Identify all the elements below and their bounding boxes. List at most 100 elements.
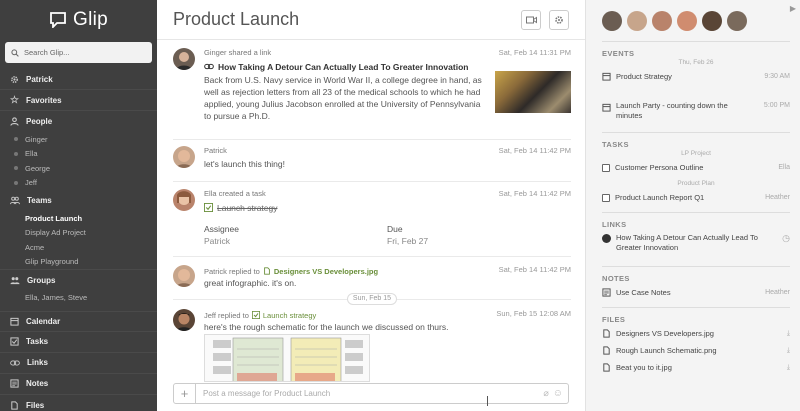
search-input[interactable]: Search Glip... <box>5 42 152 63</box>
sidebar-item-notes[interactable]: Notes <box>0 374 157 395</box>
file-item[interactable]: Designers VS Developers.jpg ⤓ <box>602 327 790 340</box>
task-item[interactable]: Customer Persona Outline Ella <box>602 161 790 174</box>
reply-task-link[interactable]: Launch strategy <box>263 311 316 320</box>
avatar[interactable] <box>173 146 195 168</box>
right-panel: ▶ EVENTS Thu, Feb 26 Product Strategy 9:… <box>585 0 800 411</box>
sidebar-teams-label: Teams <box>27 196 52 205</box>
task-checkbox[interactable] <box>602 193 610 202</box>
emoji-icon[interactable]: ☺ <box>553 388 563 399</box>
note-title: Use Case Notes <box>616 288 671 297</box>
file-icon <box>264 267 270 275</box>
download-icon[interactable]: ⤓ <box>787 347 790 355</box>
file-item[interactable]: Rough Launch Schematic.png ⤓ <box>602 344 790 357</box>
member-avatar[interactable] <box>727 11 747 31</box>
app-logo[interactable]: Glip <box>0 0 157 40</box>
event-item[interactable]: Launch Party - counting down the minutes… <box>602 101 790 123</box>
gear-icon <box>555 16 563 24</box>
member-avatar[interactable] <box>677 11 697 31</box>
sidebar-item-george[interactable]: George <box>0 161 157 176</box>
files-heading: FILES <box>602 315 626 324</box>
task-checkbox[interactable] <box>602 163 610 172</box>
sidebar-item-tasks[interactable]: Tasks <box>0 332 157 353</box>
sidebar-item-files[interactable]: Files <box>0 395 157 411</box>
person-icon <box>176 269 192 287</box>
avatar[interactable] <box>173 265 195 287</box>
task-assignee: Ella <box>778 164 790 171</box>
schematic-image[interactable] <box>204 334 370 382</box>
avatar[interactable] <box>173 189 195 211</box>
app-name: Glip <box>73 9 108 30</box>
sidebar-item-ella[interactable]: Ella <box>0 147 157 162</box>
member-avatar[interactable] <box>702 11 722 31</box>
sidebar-item-links[interactable]: Links <box>0 353 157 374</box>
sidebar-item-group[interactable]: Ella, James, Steve <box>0 290 157 305</box>
calendar-icon <box>602 72 611 81</box>
note-author: Heather <box>765 289 790 296</box>
task-item[interactable]: Product Launch Report Q1 Heather <box>602 191 790 204</box>
sidebar: Glip Search Glip... Patrick ☆ Favorites … <box>0 0 157 411</box>
due-label: Due <box>387 224 403 234</box>
presence-dot <box>14 180 18 185</box>
link-thumbnail[interactable] <box>495 71 571 113</box>
event-time: 5:00 PM <box>763 102 790 109</box>
file-item[interactable]: Beat you to it.jpg ⤓ <box>602 361 790 374</box>
member-avatar[interactable] <box>602 11 622 31</box>
post: Patrick Sat, Feb 14 11:42 PM let's launc… <box>173 146 571 176</box>
link-item[interactable]: How Taking A Detour Can Actually Lead To… <box>602 233 790 255</box>
star-icon: ☆ <box>10 94 19 106</box>
composer-placeholder: Post a message for Product Launch <box>203 389 331 398</box>
note-icon <box>602 288 611 297</box>
events-date: Thu, Feb 26 <box>678 59 714 66</box>
message-composer[interactable]: + Post a message for Product Launch ⌀ ☺ <box>173 383 569 404</box>
event-item[interactable]: Product Strategy 9:30 AM <box>602 70 790 83</box>
file-name: Beat you to it.jpg <box>616 363 672 372</box>
member-avatar[interactable] <box>627 11 647 31</box>
download-icon[interactable]: ⤓ <box>787 364 790 372</box>
collapse-panel-icon[interactable]: ▶ <box>790 4 796 13</box>
sidebar-item-user[interactable]: Patrick <box>0 69 157 90</box>
sidebar-item-favorites[interactable]: ☆ Favorites <box>0 90 157 111</box>
member-avatar[interactable] <box>652 11 672 31</box>
file-name: Rough Launch Schematic.png <box>616 346 717 355</box>
file-icon <box>603 346 610 355</box>
clock-icon: ◷ <box>782 233 790 243</box>
note-item[interactable]: Use Case Notes Heather <box>602 286 790 299</box>
presence-dot <box>14 166 18 171</box>
sidebar-item-teams[interactable]: Teams <box>0 190 157 211</box>
post-time: Sat, Feb 14 11:42 PM <box>498 265 571 274</box>
avatar[interactable] <box>173 309 195 331</box>
gear-icon <box>11 75 18 83</box>
search-placeholder: Search Glip... <box>24 48 70 57</box>
link-icon <box>10 359 20 366</box>
add-attachment-button[interactable]: + <box>174 384 196 403</box>
sidebar-item-calendar[interactable]: Calendar <box>0 310 157 332</box>
sidebar-item-product-launch[interactable]: Product Launch <box>0 211 157 226</box>
avatar[interactable] <box>173 48 195 70</box>
settings-button[interactable] <box>549 10 569 30</box>
task-name: Launch strategy <box>217 202 278 213</box>
event-title: Launch Party - counting down the minutes <box>616 101 728 120</box>
reply-file-link[interactable]: Designers VS Developers.jpg <box>274 267 378 276</box>
post: Jeff replied to Launch strategy Sun, Feb… <box>173 309 571 382</box>
sidebar-item-display-ad-project[interactable]: Display Ad Project <box>0 226 157 241</box>
post: Ella created a task Sat, Feb 14 11:42 PM… <box>173 189 571 249</box>
sidebar-item-people[interactable]: People <box>0 111 157 132</box>
task-title: Customer Persona Outline <box>615 163 704 172</box>
sidebar-item-jeff[interactable]: Jeff <box>0 176 157 191</box>
paperclip-icon[interactable]: ⌀ <box>543 388 548 399</box>
person-icon <box>177 191 191 205</box>
sidebar-item-acme[interactable]: Acme <box>0 240 157 255</box>
task-title[interactable]: Launch strategy <box>204 201 571 214</box>
post-text: let's launch this thing! <box>204 159 286 169</box>
sidebar-item-ginger[interactable]: Ginger <box>0 132 157 147</box>
download-icon[interactable]: ⤓ <box>787 330 790 338</box>
link-favicon-icon <box>602 234 611 243</box>
sidebar-item-groups[interactable]: Groups <box>0 269 157 290</box>
conversation-header: Product Launch <box>157 0 585 40</box>
reply-prefix: Patrick replied to <box>204 266 260 276</box>
sidebar-files-label: Files <box>26 400 45 410</box>
calendar-icon <box>602 103 611 112</box>
video-call-button[interactable] <box>521 10 541 30</box>
task-group: LP Project <box>681 150 711 157</box>
sidebar-item-glip-playground[interactable]: Glip Playground <box>0 255 157 270</box>
